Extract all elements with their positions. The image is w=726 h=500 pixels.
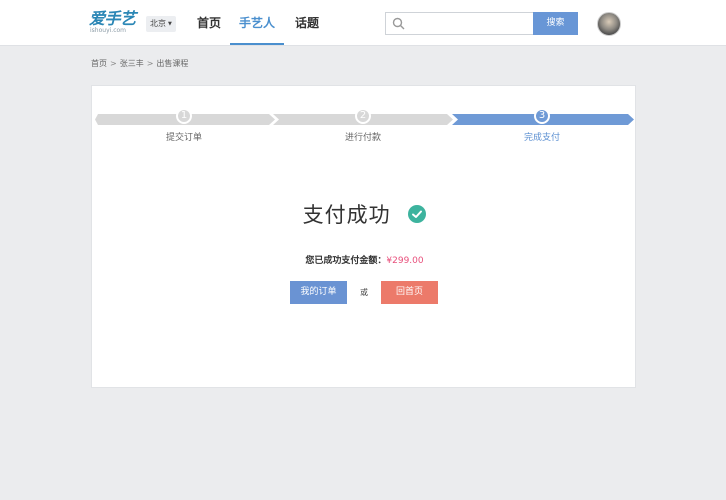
breadcrumb-item-current: 出售课程 <box>156 59 189 68</box>
step-number-3: 3 <box>534 108 550 124</box>
payment-result-card: 1 2 3 提交订单 进行付款 完成支付 支付成功 您已成功支付金额：¥299.… <box>91 85 636 388</box>
success-title-text: 支付成功 <box>302 203 391 227</box>
search-button[interactable]: 搜索 <box>533 12 578 35</box>
or-separator: 或 <box>360 288 368 297</box>
top-header: 爱手艺 ishouyi.com 北京 ▼ 首页 手艺人 话题 搜索 <box>0 0 726 46</box>
nav-home[interactable]: 首页 <box>193 0 225 46</box>
search-box <box>385 12 533 35</box>
breadcrumb-separator: > <box>110 59 117 68</box>
user-avatar[interactable] <box>597 12 621 36</box>
progress-steps: 1 2 3 提交订单 进行付款 完成支付 <box>92 108 637 144</box>
step-label-3: 完成支付 <box>523 133 560 143</box>
nav-artisans[interactable]: 手艺人 <box>230 0 284 45</box>
search-icon <box>392 17 405 30</box>
my-orders-button[interactable]: 我的订单 <box>290 281 347 304</box>
step-label-2: 进行付款 <box>344 133 381 143</box>
breadcrumb: 首页 > 张三丰 > 出售课程 <box>91 58 188 69</box>
success-heading: 支付成功 <box>92 199 637 229</box>
step-label-1: 提交订单 <box>165 133 202 143</box>
breadcrumb-item[interactable]: 张三丰 <box>120 59 144 68</box>
caret-down-icon: ▼ <box>168 21 172 27</box>
search-input[interactable] <box>410 15 528 32</box>
step-number-2: 2 <box>355 108 371 124</box>
payment-amount-line: 您已成功支付金额：¥299.00 <box>92 253 637 266</box>
logo-domain: ishouyi.com <box>90 27 127 34</box>
nav-topics[interactable]: 话题 <box>290 0 324 46</box>
step-number-1: 1 <box>176 108 192 124</box>
amount-value: ¥299.00 <box>386 256 424 266</box>
breadcrumb-separator: > <box>146 59 154 68</box>
amount-label: 您已成功支付金额： <box>305 256 387 266</box>
city-label: 北京 <box>150 19 166 28</box>
check-circle-icon <box>408 205 427 223</box>
city-selector[interactable]: 北京 ▼ <box>146 16 176 32</box>
site-logo[interactable]: 爱手艺 ishouyi.com <box>89 10 137 38</box>
back-home-button[interactable]: 回首页 <box>381 281 438 304</box>
breadcrumb-item[interactable]: 首页 <box>91 59 107 68</box>
logo-text: 爱手艺 <box>89 9 136 28</box>
